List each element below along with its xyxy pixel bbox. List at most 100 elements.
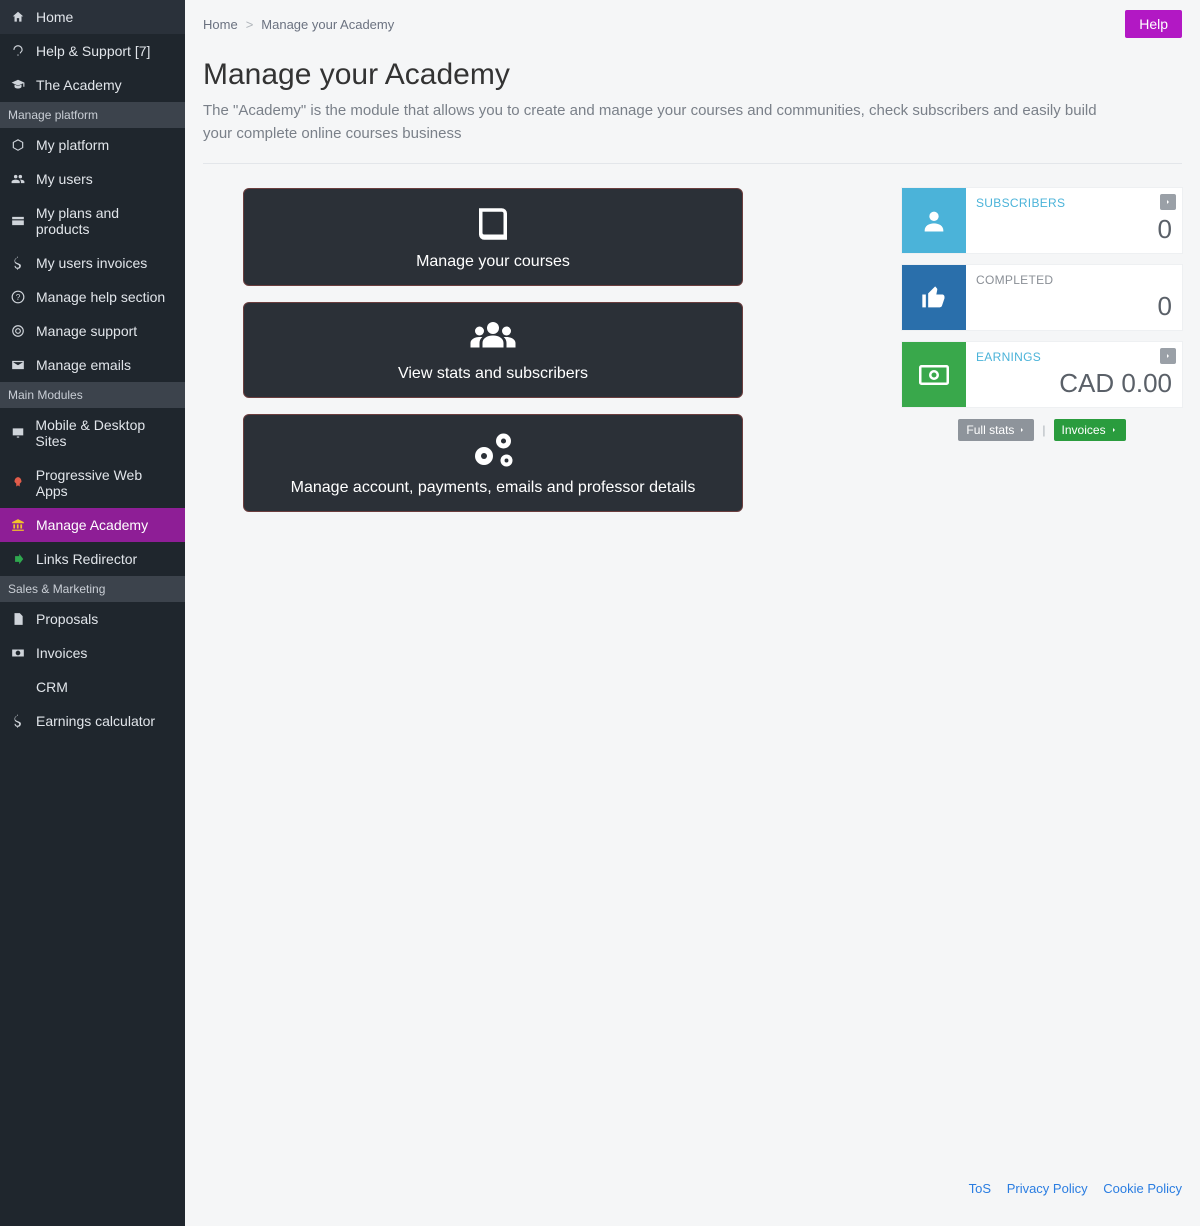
action-cards: Manage your courses View stats and subsc…	[243, 188, 743, 528]
money-icon	[10, 646, 26, 660]
help-button[interactable]: Help	[1125, 10, 1182, 38]
sidebar-item-manage-academy[interactable]: Manage Academy	[0, 508, 185, 542]
sidebar-item-my-platform[interactable]: My platform	[0, 128, 185, 162]
dollar-icon	[10, 714, 26, 728]
sidebar-section-manage-platform: Manage platform	[0, 102, 185, 128]
home-icon	[10, 10, 26, 24]
book-icon	[264, 203, 722, 245]
sidebar-item-manage-help[interactable]: ? Manage help section	[0, 280, 185, 314]
sidebar-item-manage-emails[interactable]: Manage emails	[0, 348, 185, 382]
sidebar-item-proposals[interactable]: Proposals	[0, 602, 185, 636]
thumbs-up-icon	[902, 265, 966, 330]
stat-label: COMPLETED	[976, 273, 1172, 287]
sidebar-item-mobile-desktop[interactable]: Mobile & Desktop Sites	[0, 408, 185, 458]
sidebar-item-label: Help & Support [7]	[36, 43, 150, 59]
card-label: Manage account, payments, emails and pro…	[264, 479, 722, 497]
stat-label: SUBSCRIBERS	[976, 196, 1172, 210]
envelope-icon	[10, 358, 26, 372]
sidebar-item-label: Proposals	[36, 611, 98, 627]
sidebar-item-earnings-calc[interactable]: Earnings calculator	[0, 704, 185, 738]
sidebar-item-invoices[interactable]: Invoices	[0, 636, 185, 670]
footer-tos[interactable]: ToS	[969, 1181, 991, 1196]
sidebar-item-label: My plans and products	[36, 205, 175, 237]
card-icon	[10, 214, 26, 228]
group-icon	[264, 317, 722, 357]
page-title: Manage your Academy	[203, 58, 1182, 92]
sidebar-item-label: Manage emails	[36, 357, 131, 373]
chip-label: Invoices	[1062, 423, 1106, 437]
sidebar-item-label: Earnings calculator	[36, 713, 155, 729]
question-icon	[10, 44, 26, 58]
card-view-stats[interactable]: View stats and subscribers	[243, 302, 743, 398]
sidebar-item-label: The Academy	[36, 77, 122, 93]
sidebar-item-label: Progressive Web Apps	[36, 467, 175, 499]
graduation-icon	[10, 78, 26, 92]
chip-separator: |	[1042, 423, 1045, 437]
sidebar-item-links-redirector[interactable]: Links Redirector	[0, 542, 185, 576]
sidebar-item-label: My users invoices	[36, 255, 147, 271]
lifebuoy-icon	[10, 324, 26, 338]
sidebar-item-label: Mobile & Desktop Sites	[35, 417, 175, 449]
stat-completed[interactable]: COMPLETED 0	[902, 265, 1182, 330]
sidebar-item-label: Links Redirector	[36, 551, 137, 567]
users-icon	[10, 172, 26, 186]
chevron-right-icon	[1110, 426, 1118, 434]
stat-value: 0	[976, 291, 1172, 322]
topbar: Home > Manage your Academy Help	[203, 10, 1182, 38]
sidebar-section-sales-marketing: Sales & Marketing	[0, 576, 185, 602]
card-manage-courses[interactable]: Manage your courses	[243, 188, 743, 286]
sidebar-section-main-modules: Main Modules	[0, 382, 185, 408]
footer-privacy[interactable]: Privacy Policy	[1007, 1181, 1088, 1196]
footer-links: ToS Privacy Policy Cookie Policy	[203, 1141, 1182, 1196]
chevron-right-icon[interactable]	[1160, 348, 1176, 364]
card-label: View stats and subscribers	[264, 365, 722, 383]
document-icon	[10, 612, 26, 626]
bank-icon	[10, 518, 26, 532]
sidebar-item-my-users-invoices[interactable]: My users invoices	[0, 246, 185, 280]
chevron-right-icon[interactable]	[1160, 194, 1176, 210]
breadcrumb-home[interactable]: Home	[203, 17, 238, 32]
sidebar-item-label: My users	[36, 171, 93, 187]
dollar-icon	[10, 256, 26, 270]
sidebar-item-home[interactable]: Home	[0, 0, 185, 34]
card-label: Manage your courses	[264, 253, 722, 271]
sidebar: Home Help & Support [7] The Academy Mana…	[0, 0, 185, 1226]
chip-row: Full stats | Invoices	[902, 419, 1182, 441]
stat-earnings[interactable]: EARNINGS CAD 0.00	[902, 342, 1182, 407]
sidebar-item-my-plans[interactable]: My plans and products	[0, 196, 185, 246]
card-manage-account[interactable]: Manage account, payments, emails and pro…	[243, 414, 743, 512]
stat-subscribers[interactable]: SUBSCRIBERS 0	[902, 188, 1182, 253]
sidebar-item-label: Manage Academy	[36, 517, 148, 533]
question-circle-icon: ?	[10, 290, 26, 304]
sidebar-item-manage-support[interactable]: Manage support	[0, 314, 185, 348]
gears-icon	[264, 429, 722, 471]
invoices-chip[interactable]: Invoices	[1054, 419, 1126, 441]
stat-value: 0	[976, 214, 1172, 245]
sidebar-item-label: Home	[36, 9, 73, 25]
footer-cookie[interactable]: Cookie Policy	[1103, 1181, 1182, 1196]
sidebar-item-label: Manage help section	[36, 289, 165, 305]
page-description: The "Academy" is the module that allows …	[203, 100, 1103, 145]
rocket-icon	[10, 476, 26, 490]
breadcrumb: Home > Manage your Academy	[203, 17, 394, 32]
sidebar-item-label: CRM	[36, 679, 68, 695]
svg-text:?: ?	[16, 293, 21, 302]
stats-column: SUBSCRIBERS 0 COMPLETED 0	[902, 188, 1182, 441]
sidebar-item-my-users[interactable]: My users	[0, 162, 185, 196]
breadcrumb-sep: >	[246, 17, 254, 32]
desktop-icon	[10, 426, 25, 440]
sidebar-item-help-support[interactable]: Help & Support [7]	[0, 34, 185, 68]
sidebar-item-label: Invoices	[36, 645, 87, 661]
stat-label: EARNINGS	[976, 350, 1172, 364]
sidebar-item-label: Manage support	[36, 323, 137, 339]
money-icon	[902, 342, 966, 407]
divider	[203, 163, 1182, 164]
cube-icon	[10, 138, 26, 152]
sidebar-item-crm[interactable]: CRM	[0, 670, 185, 704]
sidebar-item-the-academy[interactable]: The Academy	[0, 68, 185, 102]
user-icon	[902, 188, 966, 253]
breadcrumb-current: Manage your Academy	[261, 17, 394, 32]
chip-label: Full stats	[966, 423, 1014, 437]
sidebar-item-pwa[interactable]: Progressive Web Apps	[0, 458, 185, 508]
full-stats-chip[interactable]: Full stats	[958, 419, 1034, 441]
